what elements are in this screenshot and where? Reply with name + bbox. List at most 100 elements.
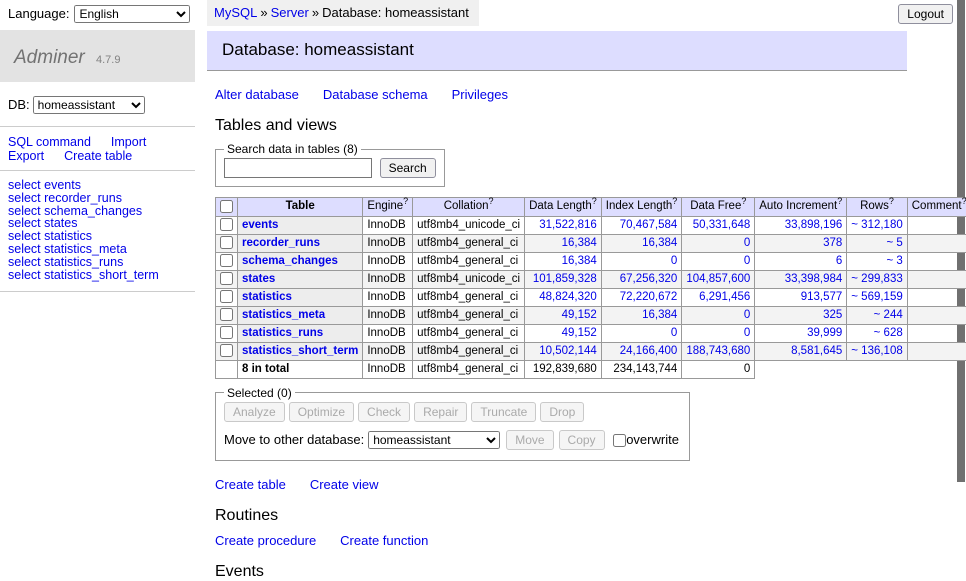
rows-link[interactable]: ~ 628 [874,327,903,339]
sidebar-select-link[interactable]: select events [8,179,187,192]
data-length-link[interactable]: 16,384 [562,255,597,267]
data-free-link[interactable]: 50,331,648 [693,219,751,231]
search-input[interactable] [224,158,372,178]
index-length-link[interactable]: 0 [671,327,677,339]
index-length-link[interactable]: 0 [671,255,677,267]
table-name-link[interactable]: statistics_meta [242,309,325,321]
sidebar-action-link[interactable]: Create table [64,149,132,163]
data-free-link[interactable]: 188,743,680 [686,345,750,357]
auto-increment-link[interactable]: 6 [836,255,842,267]
row-checkbox[interactable] [220,308,233,321]
sidebar-action-link[interactable]: Export [8,149,44,163]
move-db-select[interactable]: homeassistant [368,431,500,449]
data-length-link[interactable]: 16,384 [562,237,597,249]
data-length-link[interactable]: 101,859,328 [533,273,597,285]
table-name-link[interactable]: states [242,273,275,285]
table-name-link[interactable]: events [242,219,278,231]
index-length-link[interactable]: 24,166,400 [620,345,678,357]
table-name-link[interactable]: statistics_short_term [242,345,358,357]
rows-link[interactable]: ~ 312,180 [851,219,902,231]
overwrite-label[interactable]: overwrite [626,432,679,447]
database-link[interactable]: Database schema [323,87,428,102]
data-length-link[interactable]: 31,522,816 [539,219,597,231]
rows-link[interactable]: ~ 569,159 [851,291,902,303]
column-help-link[interactable]: ? [592,196,597,206]
row-checkbox[interactable] [220,254,233,267]
rows-link[interactable]: ~ 136,108 [851,345,902,357]
auto-increment-link[interactable]: 325 [823,309,842,321]
rows-link[interactable]: ~ 5 [886,237,902,249]
table-name-cell: statistics_short_term [238,342,363,360]
rows-link[interactable]: ~ 3 [886,255,902,267]
copy-button[interactable]: Copy [559,430,605,450]
search-button[interactable]: Search [380,158,436,178]
data-length-link[interactable]: 10,502,144 [539,345,597,357]
auto-increment-link[interactable]: 39,999 [807,327,842,339]
data-free-link[interactable]: 6,291,456 [699,291,750,303]
create-link[interactable]: Create table [215,477,286,492]
breadcrumb-server-link[interactable]: Server [271,5,309,20]
data-free-link[interactable]: 0 [744,327,750,339]
column-help-link[interactable]: ? [403,196,408,206]
data-free-link[interactable]: 0 [744,309,750,321]
row-checkbox[interactable] [220,326,233,339]
data-free-link[interactable]: 0 [744,237,750,249]
sidebar-select-link[interactable]: select statistics_meta [8,243,187,256]
sidebar-select-link[interactable]: select statistics_short_term [8,269,187,282]
row-checkbox[interactable] [220,272,233,285]
auto-increment-link[interactable]: 8,581,645 [791,345,842,357]
drop-button[interactable]: Drop [540,402,584,422]
index-length-link[interactable]: 67,256,320 [620,273,678,285]
data-length-link[interactable]: 49,152 [562,327,597,339]
column-help-link[interactable]: ? [889,196,894,206]
column-help-link[interactable]: ? [488,196,493,206]
auto-increment-link[interactable]: 33,898,196 [785,219,843,231]
table-name-link[interactable]: statistics [242,291,292,303]
column-help-link[interactable]: ? [962,196,966,206]
optimize-button[interactable]: Optimize [289,402,354,422]
routine-link[interactable]: Create function [340,533,428,548]
overwrite-checkbox[interactable] [613,434,626,447]
table-name-link[interactable]: recorder_runs [242,237,320,249]
auto-increment-link[interactable]: 378 [823,237,842,249]
data-free-link[interactable]: 104,857,600 [686,273,750,285]
rows-link[interactable]: ~ 299,833 [851,273,902,285]
truncate-button[interactable]: Truncate [471,402,536,422]
index-length-link[interactable]: 72,220,672 [620,291,678,303]
analyze-button[interactable]: Analyze [224,402,285,422]
check-button[interactable]: Check [358,402,410,422]
row-checkbox[interactable] [220,218,233,231]
db-select[interactable]: homeassistant [33,96,145,114]
sidebar-action-link[interactable]: Import [111,135,146,149]
breadcrumb-mysql-link[interactable]: MySQL [214,5,257,20]
create-link[interactable]: Create view [310,477,379,492]
table-name-link[interactable]: schema_changes [242,255,338,267]
row-checkbox[interactable] [220,236,233,249]
sidebar-select-link[interactable]: select statistics_runs [8,256,187,269]
routine-link[interactable]: Create procedure [215,533,316,548]
move-button[interactable]: Move [506,430,553,450]
database-link[interactable]: Alter database [215,87,299,102]
database-link[interactable]: Privileges [452,87,508,102]
column-help-link[interactable]: ? [741,196,746,206]
row-checkbox[interactable] [220,344,233,357]
index-length-link[interactable]: 70,467,584 [620,219,678,231]
engine-cell: InnoDB [363,252,413,270]
column-help-link[interactable]: ? [837,196,842,206]
language-select[interactable]: English [74,5,190,23]
column-help-link[interactable]: ? [672,196,677,206]
rows-link[interactable]: ~ 244 [874,309,903,321]
select-all-checkbox[interactable] [220,200,233,213]
sidebar-action-link[interactable]: SQL command [8,135,91,149]
data-length-link[interactable]: 49,152 [562,309,597,321]
index-length-link[interactable]: 16,384 [642,237,677,249]
data-length-link[interactable]: 48,824,320 [539,291,597,303]
row-checkbox[interactable] [220,290,233,303]
repair-button[interactable]: Repair [414,402,467,422]
sidebar-select-link[interactable]: select recorder_runs [8,192,187,205]
table-name-link[interactable]: statistics_runs [242,327,323,339]
auto-increment-link[interactable]: 33,398,984 [785,273,843,285]
index-length-link[interactable]: 16,384 [642,309,677,321]
data-free-link[interactable]: 0 [744,255,750,267]
auto-increment-link[interactable]: 913,577 [801,291,843,303]
